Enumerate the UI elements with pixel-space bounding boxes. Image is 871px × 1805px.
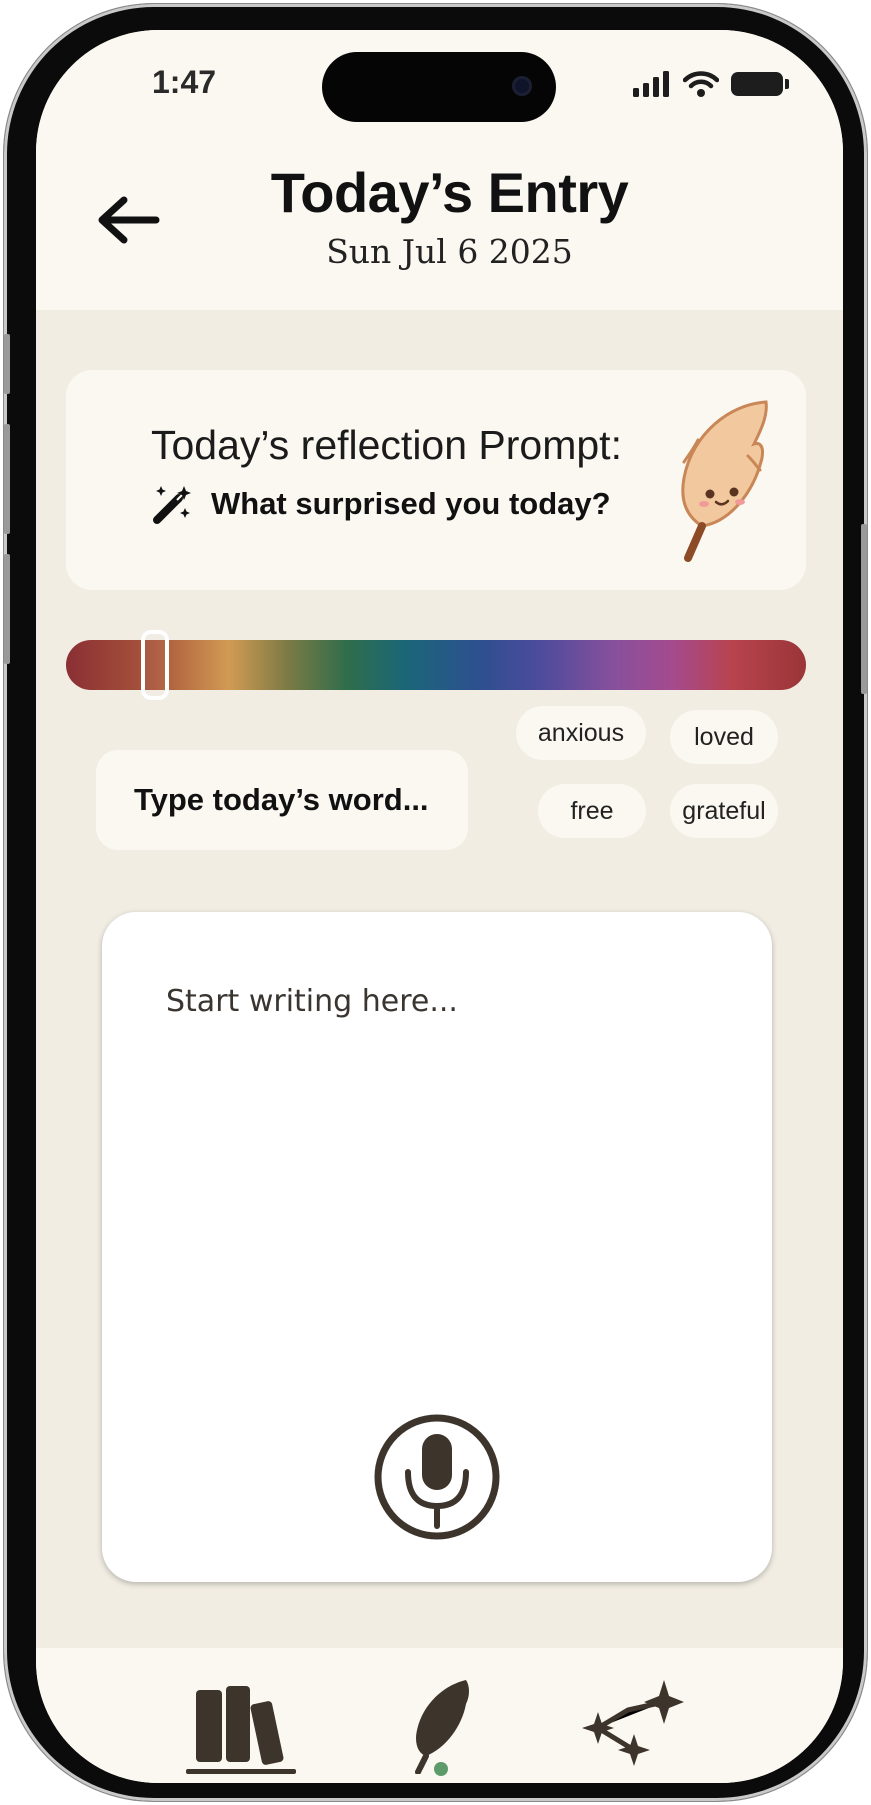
microphone-icon	[374, 1414, 500, 1540]
page-title: Today’s Entry	[270, 161, 629, 224]
word-of-the-day-input[interactable]	[96, 750, 468, 850]
active-dot-indicator	[434, 1762, 448, 1776]
wifi-icon	[683, 71, 719, 97]
camera-icon	[512, 76, 532, 96]
word-chip-free[interactable]: free	[538, 784, 646, 838]
voice-record-button[interactable]	[372, 1412, 502, 1542]
tab-insights[interactable]	[576, 1678, 686, 1774]
journal-text-area[interactable]	[166, 984, 726, 1384]
status-icons	[633, 70, 789, 98]
feather-mascot-icon	[681, 400, 768, 562]
header-area: 1:47 Today’s Entry Sun Jul 6 2025	[36, 30, 843, 310]
prompt-label: Today’s reflection Prompt:	[151, 422, 622, 468]
prompt-question-row: What surprised you today?	[151, 484, 611, 524]
magic-wand-icon	[153, 486, 191, 524]
battery-icon	[731, 72, 789, 96]
bookshelf-icon	[196, 1686, 284, 1765]
signal-icon	[633, 71, 669, 97]
power-button	[861, 524, 867, 694]
dynamic-island	[322, 52, 556, 122]
word-chip-grateful[interactable]: grateful	[670, 784, 778, 838]
word-chip-loved[interactable]: loved	[670, 710, 778, 764]
bottom-tab-bar	[36, 1648, 843, 1783]
app-screen: 1:47 Today’s Entry Sun Jul 6 2025 Today’…	[36, 30, 843, 1783]
reflection-prompt-card: Today’s reflection Prompt: What surprise…	[66, 370, 806, 590]
prompt-question: What surprised you today?	[211, 486, 611, 521]
word-chip-anxious[interactable]: anxious	[516, 706, 646, 760]
volume-up-button	[4, 424, 10, 534]
tab-selected-indicator	[186, 1769, 296, 1774]
tab-write[interactable]	[386, 1678, 496, 1776]
volume-down-button	[4, 554, 10, 664]
phone-frame: 1:47 Today’s Entry Sun Jul 6 2025 Today’…	[4, 4, 867, 1801]
status-time: 1:47	[152, 64, 217, 100]
mute-switch	[4, 334, 10, 394]
constellation-icon	[582, 1680, 684, 1766]
tab-library[interactable]	[186, 1678, 296, 1774]
entry-date: Sun Jul 6 2025	[326, 232, 573, 271]
quill-icon	[415, 1680, 469, 1775]
mood-slider-thumb[interactable]	[141, 630, 169, 700]
journal-writing-card	[102, 912, 772, 1582]
mood-color-slider[interactable]	[66, 630, 806, 700]
